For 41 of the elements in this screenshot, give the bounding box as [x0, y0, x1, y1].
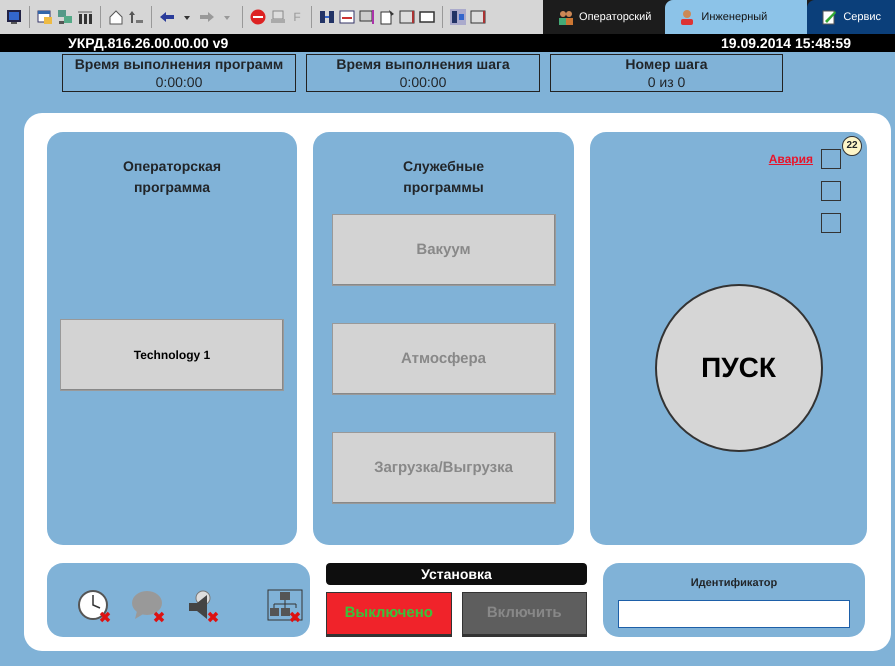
panel-title: Служебные программы	[402, 157, 485, 197]
window-icon[interactable]	[37, 9, 53, 25]
people-icon	[557, 9, 574, 25]
home-icon[interactable]	[108, 9, 124, 25]
columns-icon[interactable]	[77, 9, 93, 25]
info-label: Время выполнения программ	[74, 55, 284, 73]
power-button[interactable]: Выключено	[326, 592, 452, 637]
start-button[interactable]: ПУСК	[654, 284, 822, 452]
datetime: 19.09.2014 15:48:59	[721, 34, 851, 52]
info-label: Время выполнения шага	[335, 55, 511, 73]
stop-icon[interactable]	[250, 9, 266, 25]
up-level-icon[interactable]	[128, 9, 144, 25]
info-label: Номер шага	[624, 55, 709, 73]
installation-title: Установка	[326, 563, 587, 585]
printer-icon[interactable]	[270, 9, 286, 25]
info-value: 0 из 0	[646, 73, 686, 91]
back-arrow-icon[interactable]	[159, 9, 175, 25]
blank-window-icon[interactable]	[419, 9, 435, 25]
person-icon	[679, 9, 696, 25]
indicator-checkbox[interactable]	[821, 213, 841, 233]
notepad-icon	[821, 9, 838, 25]
identifier-label: Идентификатор	[690, 576, 778, 591]
indicator-checkbox[interactable]	[821, 149, 841, 169]
info-value: 0:00:00	[154, 73, 204, 91]
program-button[interactable]: Technology 1	[60, 319, 284, 391]
count-badge: 22	[842, 136, 862, 156]
window-title: УКРД.816.26.00.00.00 v9	[68, 34, 228, 53]
monitor-icon[interactable]	[6, 9, 22, 25]
form-icon[interactable]	[339, 9, 355, 25]
panel-title: Операторская программа	[122, 157, 222, 197]
computers-icon[interactable]	[57, 9, 73, 25]
tab[interactable]: Сервис	[807, 0, 895, 34]
info-value: 0:00:00	[398, 73, 448, 91]
clock-icon[interactable]	[77, 589, 113, 623]
screen-icon[interactable]	[359, 9, 375, 25]
alarm-link[interactable]: Авария	[768, 150, 813, 168]
network-icon[interactable]	[267, 589, 303, 623]
tab[interactable]: Инженерный	[665, 0, 808, 34]
document-icon[interactable]	[379, 9, 395, 25]
identifier-field[interactable]	[618, 600, 850, 628]
indicator-checkbox[interactable]	[821, 181, 841, 201]
